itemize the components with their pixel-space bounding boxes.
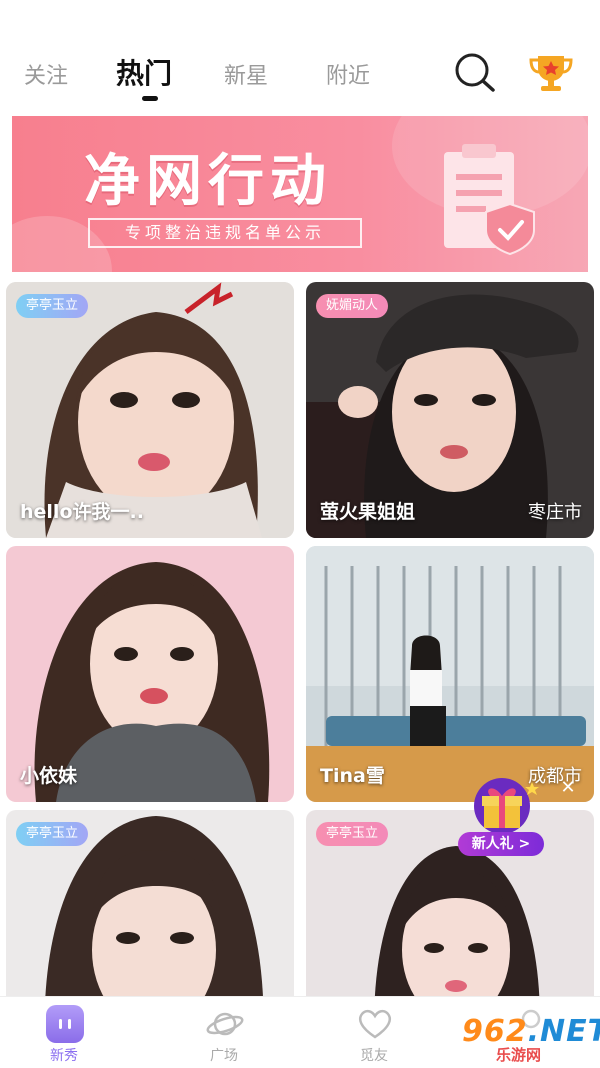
tab-new-stars[interactable]: 新星	[224, 58, 268, 90]
gift-box-icon	[474, 778, 539, 834]
personality-tag: 妩媚动人	[316, 294, 389, 318]
nav-label: 新秀	[50, 1048, 78, 1064]
user-name: 小依妹	[20, 765, 78, 787]
banner-subtitle: 专项整治违规名单公示	[88, 218, 362, 248]
banner-title: 净网行动	[84, 149, 332, 214]
nav-item-square[interactable]: 广场	[184, 1001, 264, 1065]
tab-hot[interactable]: 热门	[116, 52, 172, 92]
nav-label: 广场	[210, 1048, 238, 1064]
user-card[interactable]: 妩媚动人 萤火果姐姐 枣庄市	[306, 282, 594, 538]
gift-label: 新人礼 >	[458, 832, 544, 856]
personality-tag: 亭亭玉立	[316, 822, 389, 846]
user-city: 枣庄市	[528, 502, 582, 523]
campaign-banner[interactable]: 净网行动 专项整治违规名单公示	[12, 116, 588, 272]
user-card[interactable]: 亭亭玉立 hello许我一..	[6, 282, 294, 538]
tab-following[interactable]: 关注	[24, 58, 68, 90]
home-icon	[46, 1005, 84, 1043]
nav-item-new-talent[interactable]: 新秀	[24, 1001, 104, 1065]
heart-icon	[358, 1009, 392, 1039]
trophy-icon[interactable]	[526, 50, 576, 94]
active-tab-indicator	[142, 96, 158, 101]
tab-nearby[interactable]: 附近	[326, 58, 370, 90]
site-watermark: 962.NET 乐游网	[462, 1014, 600, 1064]
top-tab-bar: 关注 热门 新星 附近	[0, 48, 600, 108]
user-name: Tina雪	[320, 765, 385, 787]
nav-label: 觅友	[360, 1048, 388, 1064]
search-icon[interactable]	[450, 50, 500, 94]
user-name: hello许我一..	[20, 501, 144, 523]
document-shield-icon	[430, 138, 540, 258]
nav-item-find-friends[interactable]: 觅友	[334, 1001, 414, 1065]
personality-tag: 亭亭玉立	[16, 294, 89, 318]
close-icon[interactable]: ✕	[558, 778, 578, 798]
personality-tag: 亭亭玉立	[16, 822, 89, 846]
watermark-site-name: 乐游网	[496, 1046, 542, 1064]
user-name: 萤火果姐姐	[320, 501, 416, 523]
new-user-gift-button[interactable]: 新人礼 >	[456, 776, 548, 862]
user-card[interactable]: Tina雪 成都市	[306, 546, 594, 802]
user-card[interactable]: 小依妹	[6, 546, 294, 802]
planet-icon	[206, 1012, 244, 1036]
